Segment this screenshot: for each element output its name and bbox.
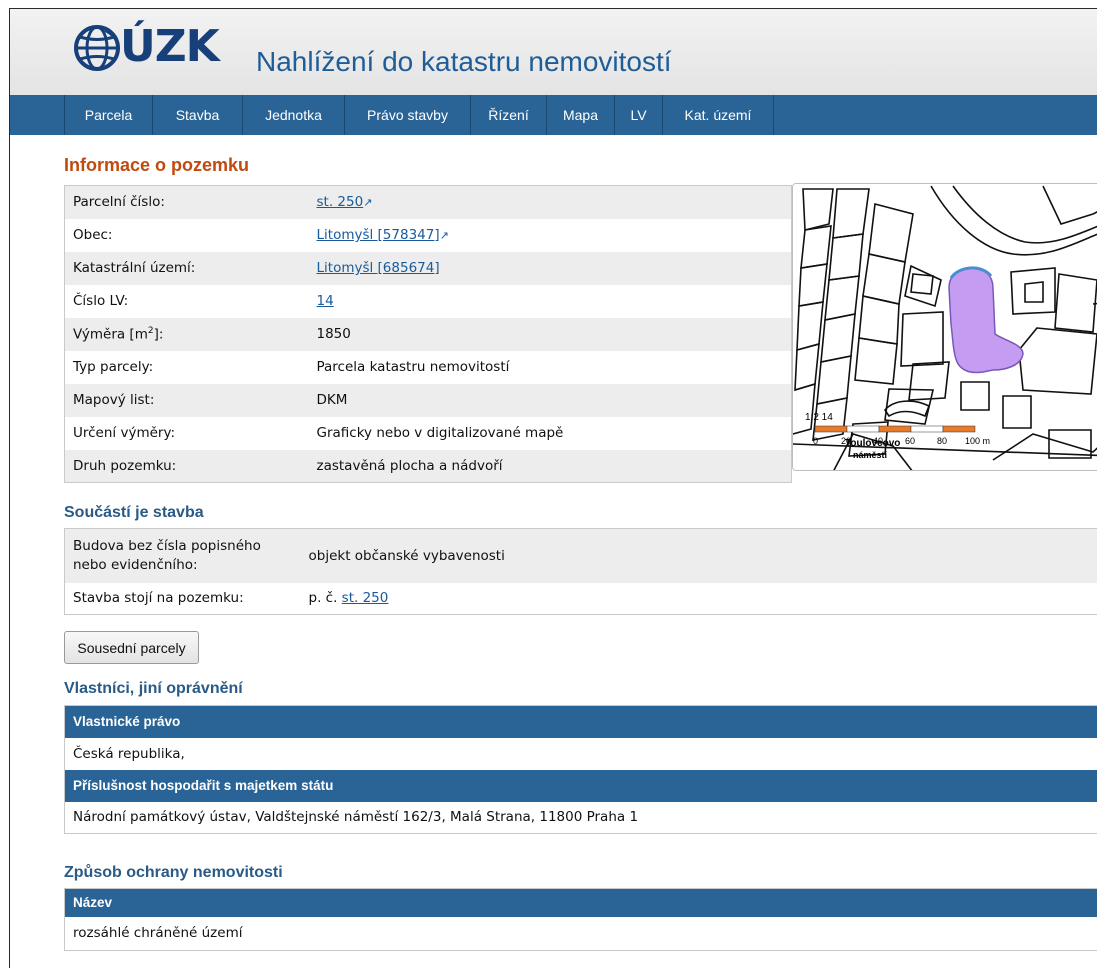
parcel-info-table: Parcelní číslo: st. 250↗ Obec: Litomyšl … bbox=[64, 185, 792, 483]
main-nav: Parcela Stavba Jednotka Právo stavby Říz… bbox=[10, 95, 1097, 135]
state-property-row: Národní památkový ústav, Valdštejnské ná… bbox=[65, 802, 1097, 834]
cuzk-globe-logo-icon bbox=[73, 24, 121, 72]
cadastral-area-link[interactable]: Litomyšl [685674] bbox=[317, 260, 440, 276]
page-frame: ÚZK Nahlížení do katastru nemovitostí Pa… bbox=[9, 8, 1097, 968]
map-sheet-label: Mapový list: bbox=[65, 384, 309, 417]
area-label-text: Výměra [m bbox=[73, 326, 148, 342]
row-building-stands-on: Stavba stojí na pozemku: p. č. st. 250 bbox=[65, 583, 1097, 615]
app-title: Nahlížení do katastru nemovitostí bbox=[256, 45, 672, 79]
protection-value: rozsáhlé chráněné území bbox=[65, 917, 1097, 951]
parcel-number-label: Parcelní číslo: bbox=[65, 186, 309, 219]
area-label-end: ]: bbox=[154, 326, 164, 342]
nav-rizeni[interactable]: Řízení bbox=[470, 95, 546, 135]
row-cadastral-area: Katastrální území: Litomyšl [685674] bbox=[65, 252, 792, 285]
nav-jednotka[interactable]: Jednotka bbox=[242, 95, 344, 135]
building-type-label: Budova bez čísla popisného nebo evidenčn… bbox=[65, 529, 301, 583]
land-type-value: zastavěná plocha a nádvoří bbox=[309, 450, 792, 483]
parcel-number-link[interactable]: st. 250 bbox=[317, 194, 364, 210]
row-area-determination: Určení výměry: Graficky nebo v digitaliz… bbox=[65, 417, 792, 450]
nav-pravo-stavby[interactable]: Právo stavby bbox=[344, 95, 470, 135]
map-parcel-label: 1:2 14 bbox=[805, 412, 833, 423]
ownership-right-header: Vlastnické právo bbox=[65, 706, 1097, 738]
scale-tick-80: 80 bbox=[937, 436, 947, 446]
protection-name-header: Název bbox=[65, 889, 1097, 917]
ownership-right-value: Česká republika, bbox=[65, 738, 1097, 770]
scale-tick-0: 0 bbox=[813, 436, 818, 446]
state-property-header-row: Příslušnost hospodařit s majetkem státu bbox=[65, 770, 1097, 802]
nav-stavba[interactable]: Stavba bbox=[152, 95, 242, 135]
protection-table: Název rozsáhlé chráněné území bbox=[64, 888, 1097, 951]
scale-tick-40: 40 bbox=[873, 436, 883, 446]
municipality-value: Litomyšl [578347]↗ bbox=[309, 219, 792, 252]
stands-on-parcel-link[interactable]: st. 250 bbox=[342, 590, 389, 606]
lv-number-label: Číslo LV: bbox=[65, 285, 309, 318]
parcel-info-heading: Informace o pozemku bbox=[64, 155, 249, 176]
state-property-value: Národní památkový ústav, Valdštejnské ná… bbox=[65, 802, 1097, 834]
stands-on-label: Stavba stojí na pozemku: bbox=[65, 583, 301, 615]
building-heading: Součástí je stavba bbox=[64, 504, 204, 522]
protection-row: rozsáhlé chráněné území bbox=[65, 917, 1097, 951]
scale-tick-100: 100 m bbox=[965, 436, 990, 446]
area-label: Výměra [m2]: bbox=[65, 318, 309, 351]
stands-on-value: p. č. st. 250 bbox=[301, 583, 1097, 615]
nav-lv[interactable]: LV bbox=[614, 95, 662, 135]
neighbor-parcels-button[interactable]: Sousední parcely bbox=[64, 631, 199, 664]
row-parcel-number: Parcelní číslo: st. 250↗ bbox=[65, 186, 792, 219]
map-square-label-2: náměstí bbox=[853, 450, 888, 460]
nav-parcela[interactable]: Parcela bbox=[64, 95, 152, 135]
site-header: ÚZK Nahlížení do katastru nemovitostí bbox=[10, 9, 1097, 95]
row-area: Výměra [m2]: 1850 bbox=[65, 318, 792, 351]
building-type-value: objekt občanské vybavenosti bbox=[301, 529, 1097, 583]
cadastral-map: 1:2 14 Toulovcovo náměstí 0 20 40 60 80 … bbox=[793, 184, 1097, 471]
protection-heading: Způsob ochrany nemovitosti bbox=[64, 864, 283, 882]
state-property-header: Příslušnost hospodařit s majetkem státu bbox=[65, 770, 1097, 802]
parcel-map-thumbnail[interactable]: 1:2 14 Toulovcovo náměstí 0 20 40 60 80 … bbox=[792, 183, 1097, 471]
lv-number-link[interactable]: 14 bbox=[317, 293, 334, 309]
building-table: Budova bez čísla popisného nebo evidenčn… bbox=[64, 528, 1097, 615]
external-link-icon[interactable]: ↗ bbox=[363, 196, 372, 209]
area-value: 1850 bbox=[309, 318, 792, 351]
row-municipality: Obec: Litomyšl [578347]↗ bbox=[65, 219, 792, 252]
nav-kat-uzemi[interactable]: Kat. území bbox=[662, 95, 774, 135]
map-sheet-value: DKM bbox=[309, 384, 792, 417]
row-parcel-type: Typ parcely: Parcela katastru nemovitost… bbox=[65, 351, 792, 384]
municipality-label: Obec: bbox=[65, 219, 309, 252]
row-land-type: Druh pozemku: zastavěná plocha a nádvoří bbox=[65, 450, 792, 483]
parcel-number-value: st. 250↗ bbox=[309, 186, 792, 219]
external-link-icon[interactable]: ↗ bbox=[440, 229, 449, 242]
owners-row: Česká republika, bbox=[65, 738, 1097, 770]
cadastral-area-value: Litomyšl [685674] bbox=[309, 252, 792, 285]
row-building-type: Budova bez čísla popisného nebo evidenčn… bbox=[65, 529, 1097, 583]
land-type-label: Druh pozemku: bbox=[65, 450, 309, 483]
owners-table: Vlastnické právo Česká republika, Příslu… bbox=[64, 705, 1097, 834]
area-determination-label: Určení výměry: bbox=[65, 417, 309, 450]
row-map-sheet: Mapový list: DKM bbox=[65, 384, 792, 417]
area-determination-value: Graficky nebo v digitalizované mapě bbox=[309, 417, 792, 450]
owners-section-header: Vlastnické právo bbox=[65, 706, 1097, 738]
municipality-link[interactable]: Litomyšl [578347] bbox=[317, 227, 440, 243]
stands-on-prefix: p. č. bbox=[309, 590, 338, 606]
nav-mapa[interactable]: Mapa bbox=[546, 95, 614, 135]
parcel-type-value: Parcela katastru nemovitostí bbox=[309, 351, 792, 384]
cuzk-logo-text[interactable]: ÚZK bbox=[120, 19, 219, 75]
parcel-type-label: Typ parcely: bbox=[65, 351, 309, 384]
scale-tick-60: 60 bbox=[905, 436, 915, 446]
lv-number-value: 14 bbox=[309, 285, 792, 318]
protection-header-row: Název bbox=[65, 889, 1097, 917]
owners-heading: Vlastníci, jiní oprávnění bbox=[64, 680, 243, 698]
row-lv-number: Číslo LV: 14 bbox=[65, 285, 792, 318]
scale-tick-20: 20 bbox=[841, 436, 851, 446]
cadastral-area-label: Katastrální území: bbox=[65, 252, 309, 285]
